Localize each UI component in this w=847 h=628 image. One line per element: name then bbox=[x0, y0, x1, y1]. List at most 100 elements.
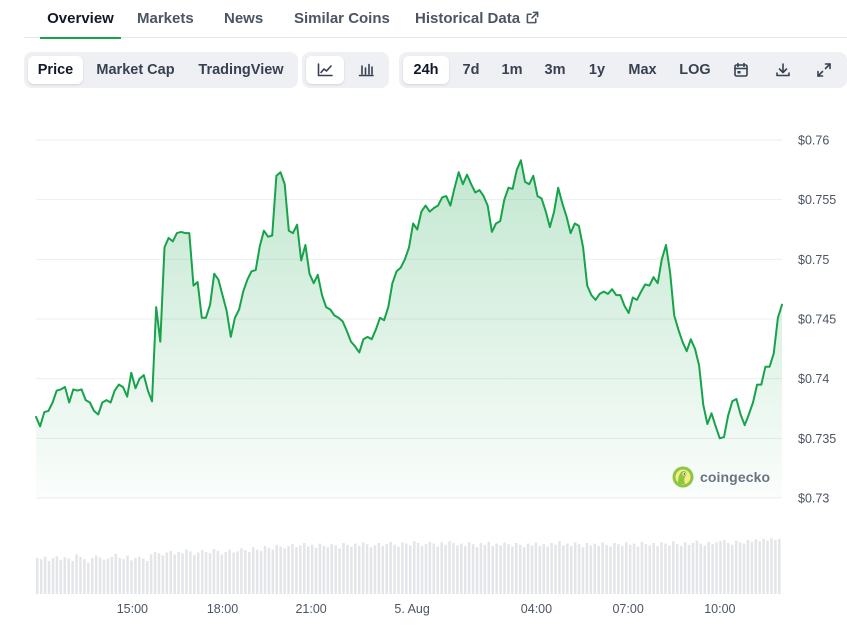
volume-bar bbox=[538, 546, 542, 594]
volume-bar bbox=[699, 543, 703, 594]
volume-bar bbox=[754, 539, 758, 594]
download-icon bbox=[776, 63, 790, 77]
volume-bar bbox=[263, 546, 267, 594]
range-group: 24h 7d 1m 3m 1y Max LOG bbox=[399, 52, 847, 88]
volume-bar bbox=[467, 542, 471, 594]
volume-bar bbox=[605, 544, 608, 594]
volume-bar bbox=[652, 543, 655, 594]
volume-bar bbox=[601, 542, 604, 594]
range-1m-button[interactable]: 1m bbox=[493, 56, 531, 84]
volume-bar bbox=[483, 544, 487, 594]
volume-bar bbox=[774, 540, 777, 594]
volume-bar bbox=[138, 556, 141, 594]
line-chart-button[interactable] bbox=[306, 56, 344, 84]
log-scale-button[interactable]: LOG bbox=[671, 56, 719, 84]
volume-bar bbox=[609, 546, 612, 594]
volume-bar bbox=[444, 544, 447, 594]
volume-bar bbox=[550, 543, 553, 594]
tab-historical-data[interactable]: Historical Data bbox=[415, 0, 539, 38]
volume-bar bbox=[310, 544, 314, 594]
volume-bar bbox=[719, 541, 722, 594]
volume-bar bbox=[212, 549, 216, 594]
volume-bar bbox=[734, 540, 738, 594]
volume-bar bbox=[597, 546, 600, 594]
volume-bar bbox=[181, 553, 184, 594]
market-cap-button[interactable]: Market Cap bbox=[87, 56, 184, 84]
volume-bar bbox=[420, 546, 424, 594]
volume-bar bbox=[350, 546, 353, 594]
candlestick-chart-button[interactable] bbox=[347, 56, 385, 84]
volume-bar bbox=[542, 544, 546, 594]
volume-bar bbox=[220, 554, 224, 594]
volume-bar bbox=[715, 542, 718, 594]
volume-bar bbox=[51, 558, 55, 594]
price-area bbox=[36, 160, 782, 499]
range-3m-button[interactable]: 3m bbox=[535, 56, 575, 84]
price-button[interactable]: Price bbox=[28, 56, 83, 84]
volume-bar bbox=[428, 541, 432, 594]
tab-similar-coins[interactable]: Similar Coins bbox=[294, 0, 390, 38]
tab-historical-data-label: Historical Data bbox=[415, 10, 521, 27]
volume-bar bbox=[558, 541, 561, 594]
volume-bar bbox=[554, 544, 557, 594]
volume-bar bbox=[189, 551, 192, 594]
tab-news[interactable]: News bbox=[224, 0, 263, 38]
volume-bar bbox=[169, 550, 173, 594]
volume-bar bbox=[275, 544, 279, 594]
volume-bars bbox=[36, 538, 781, 594]
volume-bar bbox=[102, 559, 106, 594]
volume-bar bbox=[287, 546, 290, 594]
volume-bar bbox=[232, 552, 235, 594]
volume-bar bbox=[130, 560, 133, 594]
download-button[interactable] bbox=[765, 56, 801, 84]
volume-bar bbox=[251, 547, 255, 594]
y-tick-label: $0.76 bbox=[798, 134, 829, 148]
volume-bar bbox=[330, 544, 333, 594]
range-1y-button[interactable]: 1y bbox=[579, 56, 615, 84]
volume-bar bbox=[746, 540, 750, 594]
volume-bar bbox=[67, 558, 70, 594]
calendar-icon bbox=[734, 62, 748, 77]
volume-bar bbox=[503, 542, 506, 594]
volume-bar bbox=[573, 542, 577, 594]
range-max-button[interactable]: Max bbox=[620, 56, 665, 84]
tab-markets[interactable]: Markets bbox=[137, 0, 194, 38]
volume-bar bbox=[75, 554, 78, 594]
volume-bar bbox=[267, 547, 271, 594]
x-tick-label: 07:00 bbox=[612, 602, 643, 616]
volume-bar bbox=[122, 559, 125, 594]
volume-bar bbox=[196, 552, 200, 594]
volume-bar bbox=[291, 544, 294, 594]
range-24h-button[interactable]: 24h bbox=[403, 56, 449, 84]
volume-bar bbox=[405, 543, 408, 594]
x-tick-label: 21:00 bbox=[295, 602, 326, 616]
calendar-button[interactable] bbox=[723, 56, 759, 84]
fullscreen-button[interactable] bbox=[806, 56, 842, 84]
volume-bar bbox=[228, 549, 231, 594]
volume-bar bbox=[507, 544, 510, 594]
tradingview-button[interactable]: TradingView bbox=[188, 56, 294, 84]
volume-bar bbox=[255, 549, 259, 594]
volume-bar bbox=[621, 546, 624, 594]
volume-bar bbox=[511, 546, 514, 594]
range-7d-button[interactable]: 7d bbox=[452, 56, 490, 84]
volume-bar bbox=[738, 542, 742, 594]
volume-bar bbox=[691, 543, 695, 594]
price-chart[interactable]: $0.76 $0.755 $0.75 $0.745 $0.74 $0.735 $0.73 1… bbox=[0, 100, 847, 628]
volume-bar bbox=[193, 555, 196, 594]
coingecko-logo-icon bbox=[672, 466, 694, 488]
volume-bar bbox=[758, 541, 761, 594]
volume-bar bbox=[675, 544, 679, 594]
volume-bar bbox=[577, 544, 581, 594]
volume-bar bbox=[778, 538, 781, 594]
volume-bar bbox=[47, 561, 51, 594]
tab-overview[interactable]: Overview bbox=[40, 0, 121, 39]
volume-bar bbox=[456, 545, 459, 594]
y-tick-label: $0.75 bbox=[798, 253, 829, 267]
volume-bar bbox=[518, 544, 522, 594]
volume-bar bbox=[354, 543, 357, 594]
volume-bar bbox=[463, 546, 467, 594]
volume-bar bbox=[244, 550, 247, 594]
volume-bar bbox=[526, 543, 530, 594]
volume-bar bbox=[314, 547, 318, 594]
